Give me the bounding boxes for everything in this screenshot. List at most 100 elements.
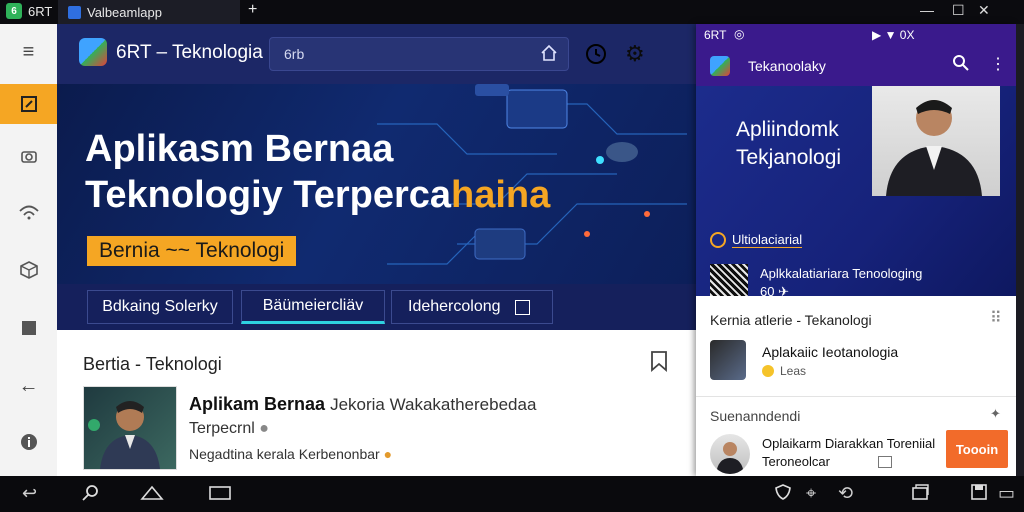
phone-hero-title-line1: Apliindomk [736,118,839,141]
article-title-rest: Jekoria Wakakatherebedaa [330,395,537,414]
phone-status-bar: 6RT ◎ ▶ ▼ 0X [696,24,1016,46]
square-icon[interactable] [0,308,57,348]
hero-tab-bar: Bdkaing Solerky Bäümeiercliäv Idehercolo… [57,284,697,330]
author-avatar[interactable] [710,434,750,474]
section-title: Bertia - Teknologi [83,354,222,374]
window-titlebar: 6 6RT Valbeamlapp + — ☐ ✕ [0,0,1024,24]
bookmark-icon[interactable] [650,350,668,377]
phone-hero-label: Ultiolaciarial [710,232,803,248]
pin-icon[interactable]: ✦ [990,406,1001,422]
article-subtitle-text: Terpecrnl [189,420,255,437]
drag-handle-icon[interactable]: ⠿ [990,308,1002,328]
tab-idehercolong[interactable]: Idehercolong [391,290,553,324]
left-sidebar: ≡ ← [0,24,58,476]
save-icon[interactable] [970,483,988,506]
phone-hero-item-title[interactable]: Aplkkalatiariara Tenoologing [760,266,922,281]
phone-hero: Apliindomk Tekjanologi Ultiolaciarial Ap… [696,86,1016,296]
maximize-button[interactable]: ☐ [952,2,965,19]
gear-icon[interactable]: ⚙ [625,43,645,65]
article-thumbnail[interactable] [83,386,177,470]
phone-hero-label-text: Ultiolaciarial [732,232,803,248]
main-pane: 6RT – Teknologia 6rb ⚙ Aplikasm Bernaa T… [57,24,697,476]
tab-favicon-icon [68,5,81,19]
phone-hero-item-meta: 60 ✈ [760,284,789,296]
article-excerpt: Negadtina kerala Kerbenonbar ● [189,446,392,462]
settings-icon: ◎ [734,27,745,41]
right-edge-scrollbar[interactable] [1016,24,1024,476]
phone-list-item2-title[interactable]: Oplaikarm Diarakkan Toreniial [762,436,935,451]
edit-icon[interactable] [0,84,57,124]
list-item-thumbnail[interactable] [710,340,746,380]
phone-section2-header: Suenanndendi [710,408,801,424]
search-icon[interactable] [80,483,100,508]
square-icon [514,299,530,315]
search-input[interactable]: 6rb [269,37,569,71]
wifi-icon[interactable] [0,192,57,232]
app-logo-icon: 6 [6,3,22,19]
coin-icon [762,365,774,377]
tab-baumeier[interactable]: Bäümeiercliäv [241,290,385,324]
new-tab-button[interactable]: + [248,1,257,19]
divider [696,396,1016,397]
emoji-icon: ● [383,446,393,462]
camera-icon[interactable] [0,136,57,176]
orange-action-button[interactable]: Toooin [946,430,1008,468]
phone-list-item1-meta-row: Leas [762,364,806,378]
brand-logo-icon [79,38,107,66]
phone-hero-portrait [872,86,1000,196]
phone-list-item2-sub: Teroneolcar [762,454,830,469]
cube-icon[interactable] [0,250,57,290]
phone-app-bar: Tekanoolaky ⋮ [696,46,1016,86]
clock-icon[interactable] [585,43,607,70]
hero-title-line2: Teknologiy Terperca [85,174,452,216]
phone-hero-title: Apliindomk Tekjanologi [736,116,841,172]
shield-icon[interactable] [774,483,792,506]
more-vert-icon[interactable]: ⋮ [990,54,1006,74]
undo-icon[interactable]: ⟲ [838,483,853,504]
home-icon[interactable] [140,483,164,506]
article-title[interactable]: Aplikam Bernaa Jekoria Wakakatherebedaa [189,394,536,415]
tab-idehercolong-label: Idehercolong [408,298,501,315]
system-nav-bar: ↩ ⌖ ⟲ ▭ [0,476,1024,512]
home-icon[interactable] [539,43,559,68]
back-icon[interactable]: ↩ [22,483,37,504]
search-icon[interactable] [952,54,970,77]
phone-list-header: Kernia atlerie - Tekanologi [710,312,872,328]
phone-list-item1-meta: Leas [780,364,807,378]
location-icon[interactable]: ⌖ [806,483,816,504]
app-header: 6RT – Teknologia 6rb ⚙ [57,24,697,84]
hero-item-thumbnail[interactable] [710,264,748,296]
phone-status-left: 6RT [704,28,727,42]
hero-category-badge: Bernia ~~ Teknologi [87,236,297,266]
news-feed: Bertia - Teknologi Aplikam Bernaa Jekori… [57,330,697,476]
menu-icon[interactable]: ≡ [0,32,57,72]
minimize-button[interactable]: — [920,2,934,18]
calendar-icon [878,456,892,468]
back-arrow-icon[interactable]: ← [0,366,57,406]
article-subtitle: Terpecrnl ● [189,420,269,438]
options-icon[interactable]: ▭ [998,483,1015,504]
app-identity: 6 6RT [6,3,52,19]
badge-icon [710,232,726,248]
article-excerpt-text: Negadtina kerala Kerbenonbar [189,446,380,462]
hero-title-line1: Aplikasm Bernaa [85,128,394,170]
recents-icon[interactable] [208,483,232,506]
info-icon[interactable] [0,422,57,462]
hero-title: Aplikasm Bernaa Teknologiy Terpercahaina [85,126,585,218]
hero-title-highlight: haina [451,174,551,216]
phone-logo-icon [710,56,730,76]
globe-icon: ● [259,420,269,437]
article-title-bold: Aplikam Bernaa [189,394,326,414]
phone-list-item1-title[interactable]: Aplakaiic Ieotanologia [762,344,898,360]
tab-bdkaing[interactable]: Bdkaing Solerky [87,290,233,324]
app-label: 6RT [28,3,53,19]
phone-status-right: ▶ ▼ 0X [872,28,915,42]
brand-title: 6RT – Teknologia [116,42,263,63]
phone-app-title: Tekanoolaky [748,58,826,74]
browser-tab[interactable]: Valbeamlapp [58,0,240,24]
window-icon[interactable] [910,483,930,506]
phone-hero-title-line2: Tekjanologi [736,146,842,169]
hero-banner: Aplikasm Bernaa Teknologiy Terpercahaina… [57,84,697,330]
close-button[interactable]: ✕ [978,2,990,19]
tab-title: Valbeamlapp [87,4,162,20]
